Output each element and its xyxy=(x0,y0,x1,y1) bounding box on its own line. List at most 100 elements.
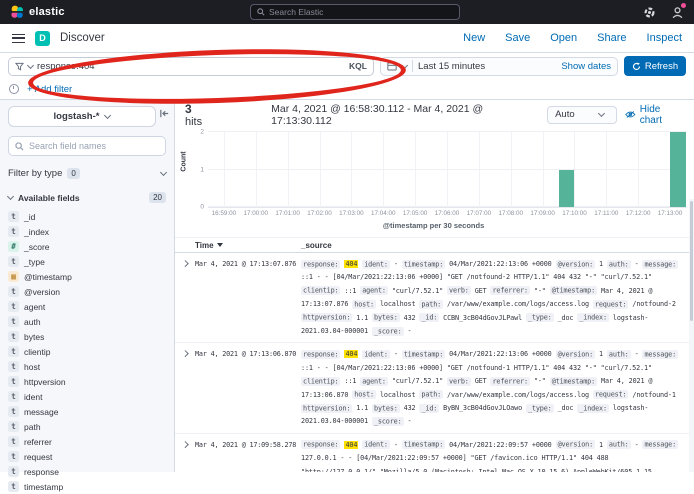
source-field-name: agent: xyxy=(360,286,388,295)
scrollbar-thumb[interactable] xyxy=(690,201,693,321)
available-fields-header[interactable]: Available fields 20 xyxy=(8,192,166,203)
saved-query-icon[interactable] xyxy=(15,62,24,71)
source-field-name: path: xyxy=(419,300,443,309)
source-field-name: response: xyxy=(301,350,340,359)
expand-row-icon[interactable] xyxy=(175,258,195,338)
x-gridline xyxy=(479,132,480,207)
source-field-name: _index: xyxy=(577,404,609,413)
search-icon xyxy=(257,8,265,16)
sidebar-field-_index[interactable]: t_index xyxy=(8,224,166,239)
field-name: bytes xyxy=(24,332,44,342)
query-input[interactable]: response:404 KQL xyxy=(8,57,374,76)
query-language-toggle[interactable]: KQL xyxy=(349,61,367,71)
filter-circle-icon[interactable] xyxy=(9,84,19,94)
sidebar-field-_score[interactable]: #_score xyxy=(8,239,166,254)
x-gridline xyxy=(511,132,512,207)
refresh-button[interactable]: Refresh xyxy=(624,56,686,76)
sidebar-field-host[interactable]: thost xyxy=(8,359,166,374)
source-field-value: CCBN_3cB04dGovJLPawl xyxy=(443,314,522,322)
source-field-value: - xyxy=(394,260,398,268)
deployment-gear-icon[interactable] xyxy=(642,5,656,19)
sidebar-field-@version[interactable]: t@version xyxy=(8,284,166,299)
scrollbar[interactable] xyxy=(689,199,694,472)
calendar-icon[interactable] xyxy=(387,61,397,71)
field-search-input[interactable]: Search field names xyxy=(8,136,166,156)
toolbar-action-new[interactable]: New xyxy=(463,32,485,44)
sidebar-field-clientip[interactable]: tclientip xyxy=(8,344,166,359)
refresh-label: Refresh xyxy=(645,61,678,72)
add-filter-button[interactable]: + Add filter xyxy=(27,84,72,95)
show-dates-button[interactable]: Show dates xyxy=(561,61,611,72)
sidebar-field-_type[interactable]: t_type xyxy=(8,254,166,269)
source-field-value: ByBN_3cB04dGovJLOawo xyxy=(443,404,522,412)
eye-slash-icon xyxy=(625,110,636,119)
date-picker[interactable]: Last 15 minutes Show dates xyxy=(380,57,618,76)
available-fields-label: Available fields xyxy=(18,193,80,203)
source-field-value: localhost xyxy=(380,300,415,308)
source-field-name: host: xyxy=(352,300,376,309)
sidebar-field-ident[interactable]: tident xyxy=(8,389,166,404)
expand-row-icon[interactable] xyxy=(175,348,195,428)
string-field-icon: t xyxy=(8,316,19,327)
document-table: Mar 4, 2021 @ 17:13:07.876response: 404 … xyxy=(175,253,694,472)
query-text[interactable]: response:404 xyxy=(37,61,345,72)
interval-select[interactable]: Auto xyxy=(547,106,617,124)
highlighted-value: 404 xyxy=(344,441,358,449)
saved-query-chevron-icon[interactable] xyxy=(27,61,34,68)
toolbar-action-save[interactable]: Save xyxy=(505,32,530,44)
string-field-icon: t xyxy=(8,436,19,447)
x-gridline xyxy=(606,132,607,207)
sidebar-field-httpversion[interactable]: t httpversion xyxy=(8,374,166,389)
user-avatar[interactable] xyxy=(670,5,684,19)
field-name: httpversion xyxy=(24,377,66,387)
histogram-bar[interactable] xyxy=(559,170,575,208)
histogram-chart[interactable]: Count 012 16:59:0017:00:0017:01:0017:02:… xyxy=(181,132,686,230)
interval-chevron-icon xyxy=(598,110,605,117)
sidebar-field-referrer[interactable]: treferrer xyxy=(8,434,166,449)
filter-by-type-control[interactable]: Filter by type 0 xyxy=(8,165,166,181)
toolbar-action-share[interactable]: Share xyxy=(597,32,626,44)
sidebar-field-_id[interactable]: t_id xyxy=(8,209,166,224)
source-field-value: _doc xyxy=(558,404,574,412)
sidebar-field-auth[interactable]: tauth xyxy=(8,314,166,329)
sidebar-field-@timestamp[interactable]: ▦@timestamp xyxy=(8,269,166,284)
hide-chart-label: Hide chart xyxy=(640,104,684,126)
column-header-time[interactable]: Time xyxy=(195,241,301,250)
string-field-icon: t xyxy=(8,376,19,387)
time-range-value[interactable]: Last 15 minutes xyxy=(418,61,485,72)
index-pattern-selector[interactable]: logstash-* xyxy=(8,106,156,127)
source-field-value: - xyxy=(408,417,412,425)
sidebar-field-path[interactable]: tpath xyxy=(8,419,166,434)
x-gridline xyxy=(224,132,225,207)
global-search-input[interactable]: Search Elastic xyxy=(250,4,460,20)
toolbar-action-inspect[interactable]: Inspect xyxy=(647,32,682,44)
sidebar-field-request[interactable]: trequest xyxy=(8,449,166,464)
source-field-name: auth: xyxy=(607,260,631,269)
sidebar-field-timestamp[interactable]: ttimestamp xyxy=(8,479,166,494)
filter-by-type-chevron-icon xyxy=(160,168,167,175)
source-field-name: _id: xyxy=(419,313,439,322)
expand-row-icon[interactable] xyxy=(175,439,195,472)
sidebar-field-message[interactable]: tmessage xyxy=(8,404,166,419)
x-gridline xyxy=(288,132,289,207)
source-field-value: - xyxy=(394,441,398,449)
menu-hamburger-icon[interactable] xyxy=(12,34,25,43)
sidebar-field-agent[interactable]: tagent xyxy=(8,299,166,314)
sidebar-field-bytes[interactable]: tbytes xyxy=(8,329,166,344)
date-picker-chevron-icon[interactable] xyxy=(401,61,408,68)
collapse-sidebar-icon[interactable] xyxy=(159,108,170,119)
source-field-name: _type: xyxy=(526,313,554,322)
highlighted-value: 404 xyxy=(344,260,358,268)
number-field-icon: # xyxy=(8,241,19,252)
chart-plot-area[interactable]: 012 xyxy=(208,132,686,208)
row-time: Mar 4, 2021 @ 17:13:07.876 xyxy=(195,258,301,338)
app-toolbar: D Discover NewSaveOpenShareInspect xyxy=(0,24,694,53)
discover-app-badge[interactable]: D xyxy=(35,31,50,46)
field-name: timestamp xyxy=(24,482,63,492)
field-name: ident xyxy=(24,392,42,402)
elastic-logo[interactable]: elastic xyxy=(10,5,65,19)
hide-chart-button[interactable]: Hide chart xyxy=(625,104,684,126)
toolbar-action-open[interactable]: Open xyxy=(550,32,577,44)
search-icon xyxy=(15,142,24,151)
histogram-bar[interactable] xyxy=(670,132,686,207)
